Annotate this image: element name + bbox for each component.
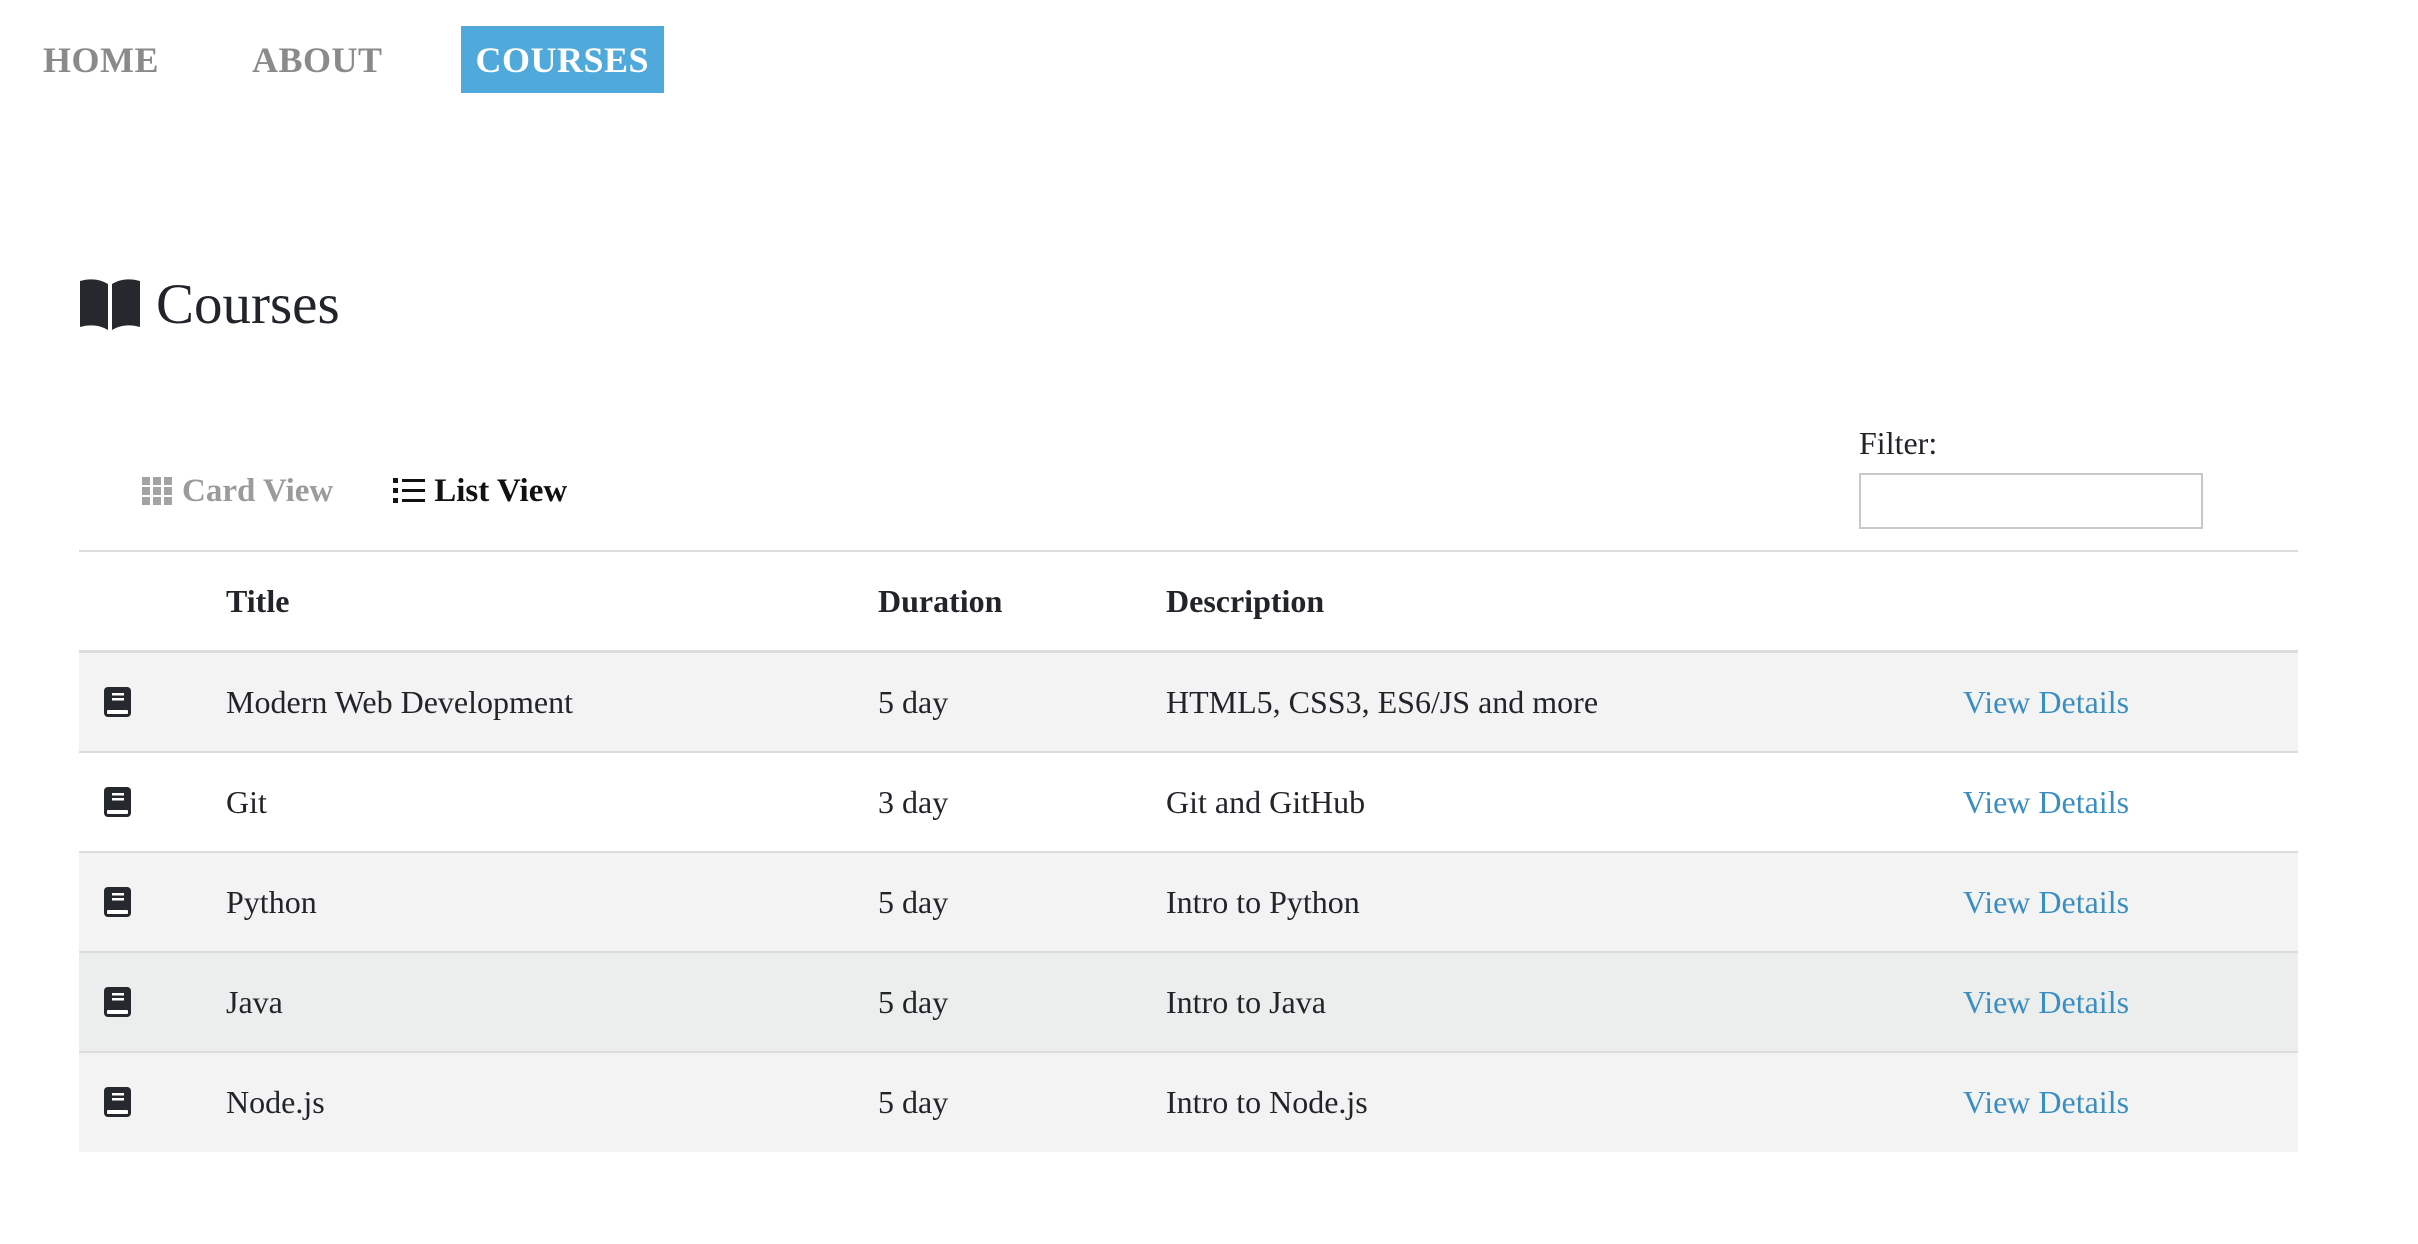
table-header: Title Duration Description <box>79 552 2298 653</box>
book-icon <box>104 1087 131 1117</box>
header-description: Description <box>1166 582 1325 619</box>
view-details-link[interactable]: View Details <box>1963 684 2129 720</box>
list-view-toggle[interactable]: List View <box>393 473 567 510</box>
table-row: Python 5 day Intro to Python View Detail… <box>79 853 2298 953</box>
course-title: Git <box>226 783 267 820</box>
view-toggle-group: Card View List View <box>141 466 567 516</box>
page-title: Courses <box>78 262 340 346</box>
table-row: Modern Web Development 5 day HTML5, CSS3… <box>79 653 2298 753</box>
course-title: Modern Web Development <box>226 683 573 720</box>
header-title: Title <box>226 582 290 619</box>
course-description: Intro to Node.js <box>1166 1084 1368 1120</box>
card-view-label: Card View <box>182 472 334 509</box>
nav-courses[interactable]: COURSES <box>460 26 665 93</box>
header-duration: Duration <box>878 582 1003 619</box>
table-row: Java 5 day Intro to Java View Details <box>79 953 2298 1053</box>
filter-input[interactable] <box>1859 473 2203 529</box>
view-details-link[interactable]: View Details <box>1963 984 2129 1020</box>
nav-about[interactable]: ABOUT <box>237 26 398 93</box>
book-icon <box>104 886 131 917</box>
table-row: Git 3 day Git and GitHub View Details <box>79 753 2298 853</box>
course-description: Intro to Python <box>1166 883 1360 920</box>
table-row: Node.js 5 day Intro to Node.js View Deta… <box>79 1053 2298 1152</box>
course-title: Java <box>226 983 283 1020</box>
view-details-link[interactable]: View Details <box>1963 1084 2129 1120</box>
list-icon <box>393 478 426 503</box>
view-details-link[interactable]: View Details <box>1963 884 2129 920</box>
course-duration: 5 day <box>878 683 949 720</box>
course-description: Git and GitHub <box>1166 783 1366 820</box>
course-duration: 5 day <box>878 1084 949 1120</box>
course-title: Python <box>226 883 317 920</box>
top-nav: HOME ABOUT COURSES <box>27 26 665 93</box>
book-icon <box>104 986 131 1017</box>
list-view-label: List View <box>434 472 568 509</box>
open-book-icon <box>80 279 140 330</box>
nav-home[interactable]: HOME <box>27 26 174 93</box>
book-icon <box>104 786 131 817</box>
course-description: Intro to Java <box>1166 983 1326 1020</box>
course-duration: 3 day <box>878 783 949 820</box>
grid-icon <box>142 477 172 505</box>
course-title: Node.js <box>226 1084 325 1120</box>
view-details-link[interactable]: View Details <box>1963 784 2129 820</box>
card-view-toggle[interactable]: Card View <box>141 473 333 510</box>
course-description: HTML5, CSS3, ES6/JS and more <box>1166 683 1599 720</box>
course-duration: 5 day <box>878 883 949 920</box>
page-title-text: Courses <box>156 272 340 336</box>
course-duration: 5 day <box>878 983 949 1020</box>
courses-table: Title Duration Description Modern Web De… <box>79 550 2298 1152</box>
book-icon <box>104 686 131 717</box>
filter-label: Filter: <box>1859 425 1938 461</box>
